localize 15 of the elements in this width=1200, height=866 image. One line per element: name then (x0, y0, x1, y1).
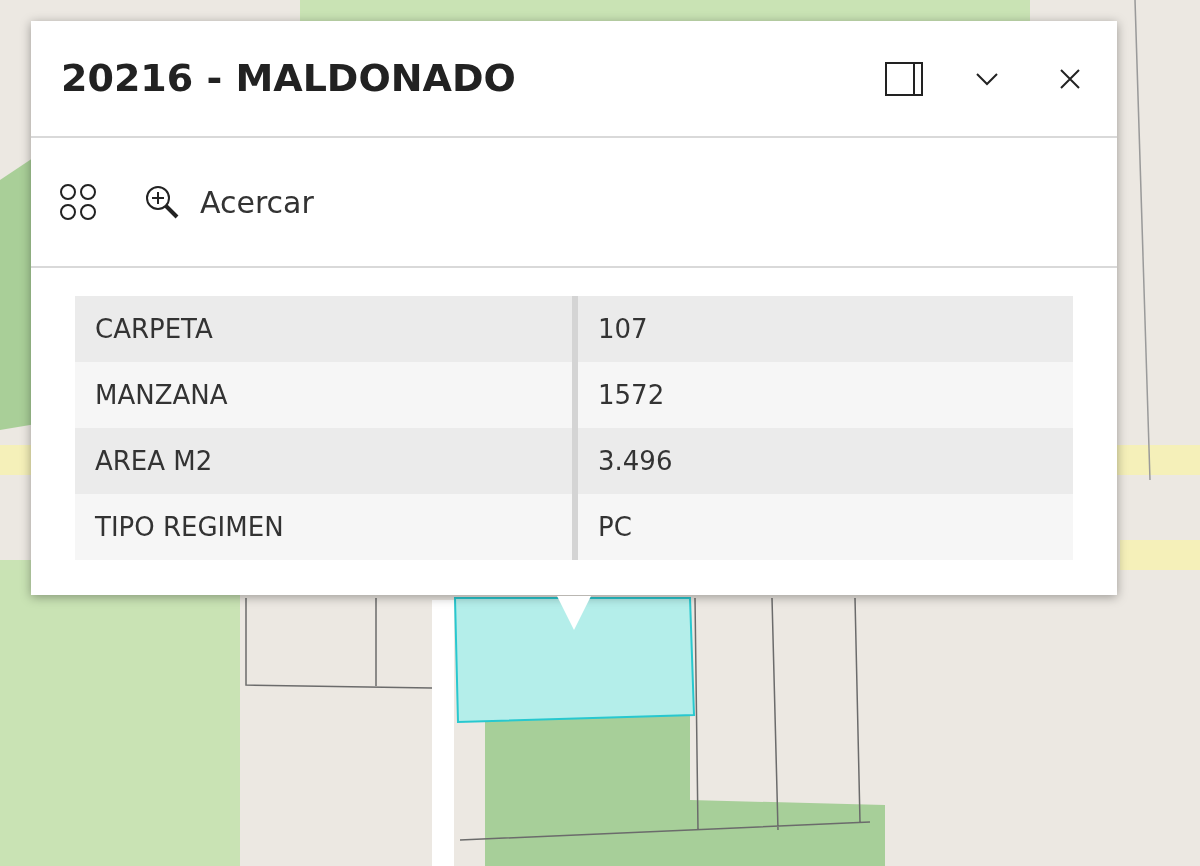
more-options-icon[interactable] (58, 182, 98, 222)
popup-title: 20216 - MALDONADO (61, 55, 517, 102)
zoom-in-icon (144, 184, 180, 220)
field-name: TIPO REGIMEN (95, 510, 284, 544)
field-name: AREA M2 (95, 444, 213, 478)
field-name: CARPETA (95, 312, 213, 346)
collapse-icon[interactable] (975, 71, 999, 86)
dock-icon[interactable] (885, 61, 923, 96)
close-icon[interactable] (1059, 67, 1081, 90)
field-value: 3.496 (598, 444, 673, 478)
field-value: 107 (598, 312, 648, 346)
zoom-in-button[interactable]: Acercar (144, 179, 314, 225)
field-value: PC (598, 510, 632, 544)
field-value: 1572 (598, 378, 665, 412)
field-name: MANZANA (95, 378, 228, 412)
